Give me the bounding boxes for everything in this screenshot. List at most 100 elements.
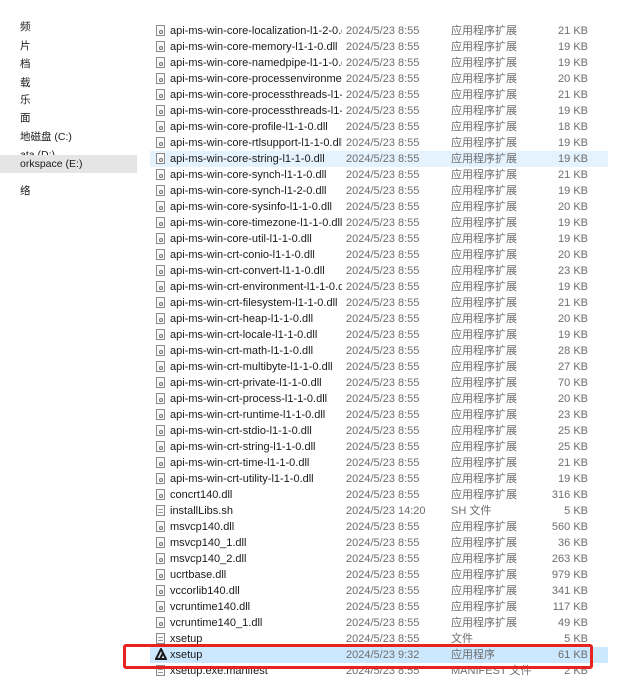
file-row[interactable]: api-ms-win-core-localization-l1-2-0.dll 2… bbox=[150, 23, 608, 39]
sidebar-item[interactable]: 地磁盘 (C:) bbox=[0, 128, 137, 146]
file-row[interactable]: api-ms-win-crt-heap-l1-1-0.dll 2024/5/23 … bbox=[150, 311, 608, 327]
file-date: 2024/5/23 8:55 bbox=[346, 521, 420, 533]
dll-icon bbox=[156, 249, 165, 260]
dll-icon bbox=[156, 553, 165, 564]
file-name: installLibs.sh bbox=[170, 505, 233, 517]
file-name: api-ms-win-crt-stdio-l1-1-0.dll bbox=[170, 425, 312, 437]
file-row[interactable]: api-ms-win-crt-string-l1-1-0.dll 2024/5/2… bbox=[150, 439, 608, 455]
file-row[interactable]: api-ms-win-crt-math-l1-1-0.dll 2024/5/23 … bbox=[150, 343, 608, 359]
file-row[interactable]: api-ms-win-crt-stdio-l1-1-0.dll 2024/5/23… bbox=[150, 423, 608, 439]
file-size: 19 KB bbox=[558, 153, 588, 165]
file-row[interactable]: api-ms-win-crt-private-l1-1-0.dll 2024/5/… bbox=[150, 375, 608, 391]
dll-icon bbox=[156, 121, 165, 132]
file-row[interactable]: api-ms-win-core-sysinfo-l1-1-0.dll 2024/5… bbox=[150, 199, 608, 215]
file-size: 19 KB bbox=[558, 329, 588, 341]
file-row[interactable]: api-ms-win-core-profile-l1-1-0.dll 2024/5… bbox=[150, 119, 608, 135]
file-date: 2024/5/23 8:55 bbox=[346, 297, 420, 309]
file-row[interactable]: msvcp140_1.dll 2024/5/23 8:55 应用程序扩展 36 KB bbox=[150, 535, 608, 551]
file-row[interactable]: api-ms-win-core-string-l1-1-0.dll 2024/5/… bbox=[150, 151, 608, 167]
file-row[interactable]: api-ms-win-crt-filesystem-l1-1-0.dll 2024… bbox=[150, 295, 608, 311]
file-row[interactable]: api-ms-win-crt-convert-l1-1-0.dll 2024/5/… bbox=[150, 263, 608, 279]
file-size: 20 KB bbox=[558, 393, 588, 405]
dll-icon bbox=[156, 313, 165, 324]
sidebar-item[interactable]: 载 bbox=[0, 74, 137, 92]
file-row[interactable]: installLibs.sh 2024/5/23 14:20 SH 文件 5 KB bbox=[150, 503, 608, 519]
sidebar-item[interactable]: 乐 bbox=[0, 91, 137, 109]
file-name: api-ms-win-crt-math-l1-1-0.dll bbox=[170, 345, 314, 357]
file-size: 5 KB bbox=[564, 633, 588, 645]
dll-icon bbox=[156, 521, 165, 532]
sidebar-item[interactable]: 片 bbox=[0, 37, 137, 55]
file-row[interactable]: api-ms-win-crt-time-l1-1-0.dll 2024/5/23 … bbox=[150, 455, 608, 471]
file-row[interactable]: msvcp140_2.dll 2024/5/23 8:55 应用程序扩展 263 KB bbox=[150, 551, 608, 567]
file-name: api-ms-win-crt-runtime-l1-1-0.dll bbox=[170, 409, 326, 421]
file-date: 2024/5/23 8:55 bbox=[346, 601, 420, 613]
file-name: api-ms-win-crt-environment-l1-1-0.dll bbox=[170, 281, 342, 293]
file-date: 2024/5/23 8:55 bbox=[346, 553, 420, 565]
file-row[interactable]: api-ms-win-core-timezone-l1-1-0.dll 2024/… bbox=[150, 215, 608, 231]
file-row[interactable]: xsetup.exe.manifest 2024/5/23 8:55 MANIFES… bbox=[150, 663, 608, 679]
file-row[interactable]: concrt140.dll 2024/5/23 8:55 应用程序扩展 316 KB bbox=[150, 487, 608, 503]
file-row[interactable]: api-ms-win-core-synch-l1-1-0.dll 2024/5/2… bbox=[150, 167, 608, 183]
file-date: 2024/5/23 14:20 bbox=[346, 505, 426, 517]
file-row[interactable]: api-ms-win-core-namedpipe-l1-1-0.dll 2024… bbox=[150, 55, 608, 71]
file-name: ucrtbase.dll bbox=[170, 569, 227, 581]
file-row[interactable]: msvcp140.dll 2024/5/23 8:55 应用程序扩展 560 KB bbox=[150, 519, 608, 535]
dll-icon bbox=[156, 585, 165, 596]
dll-icon bbox=[156, 233, 165, 244]
file-row[interactable]: vcruntime140.dll 2024/5/23 8:55 应用程序扩展 117 … bbox=[150, 599, 608, 615]
file-name: api-ms-win-crt-utility-l1-1-0.dll bbox=[170, 473, 314, 485]
file-row[interactable]: api-ms-win-crt-environment-l1-1-0.dll 202… bbox=[150, 279, 608, 295]
dll-icon bbox=[156, 329, 165, 340]
file-row[interactable]: xsetup 2024/5/23 8:55 文件 5 KB bbox=[150, 631, 608, 647]
file-size: 27 KB bbox=[558, 361, 588, 373]
dll-icon bbox=[156, 153, 165, 164]
sidebar-item[interactable]: 档 bbox=[0, 55, 137, 73]
file-date: 2024/5/23 8:55 bbox=[346, 169, 420, 181]
file-name: api-ms-win-core-memory-l1-1-0.dll bbox=[170, 41, 338, 53]
file-date: 2024/5/23 8:55 bbox=[346, 473, 420, 485]
file-row[interactable]: api-ms-win-core-processthreads-l1-... 202… bbox=[150, 87, 608, 103]
sidebar-item[interactable]: 络 bbox=[0, 182, 137, 200]
file-row[interactable]: api-ms-win-core-util-l1-1-0.dll 2024/5/23… bbox=[150, 231, 608, 247]
file-row[interactable]: xsetup 2024/5/23 9:32 应用程序 61 KB bbox=[150, 647, 608, 663]
dll-icon bbox=[156, 297, 165, 308]
sidebar-item[interactable]: orkspace (E:) bbox=[0, 155, 137, 173]
file-size: 20 KB bbox=[558, 201, 588, 213]
file-row[interactable]: api-ms-win-crt-locale-l1-1-0.dll 2024/5/2… bbox=[150, 327, 608, 343]
dll-icon bbox=[156, 393, 165, 404]
file-row[interactable]: api-ms-win-core-processthreads-l1-... 202… bbox=[150, 103, 608, 119]
dll-icon bbox=[156, 473, 165, 484]
file-icon bbox=[156, 633, 165, 644]
file-date: 2024/5/23 8:55 bbox=[346, 105, 420, 117]
file-date: 2024/5/23 8:55 bbox=[346, 281, 420, 293]
file-size: 49 KB bbox=[558, 617, 588, 629]
file-size: 341 KB bbox=[551, 585, 588, 597]
file-name: vccorlib140.dll bbox=[170, 585, 240, 597]
file-date: 2024/5/23 9:32 bbox=[346, 649, 420, 661]
file-row[interactable]: api-ms-win-core-synch-l1-2-0.dll 2024/5/2… bbox=[150, 183, 608, 199]
file-name: api-ms-win-crt-multibyte-l1-1-0.dll bbox=[170, 361, 333, 373]
file-name: api-ms-win-core-util-l1-1-0.dll bbox=[170, 233, 312, 245]
sidebar-item[interactable]: 面 bbox=[0, 109, 137, 127]
dll-icon bbox=[156, 281, 165, 292]
file-row[interactable]: api-ms-win-core-rtlsupport-l1-1-0.dll 202… bbox=[150, 135, 608, 151]
dll-icon bbox=[156, 601, 165, 612]
file-row[interactable]: api-ms-win-crt-utility-l1-1-0.dll 2024/5/… bbox=[150, 471, 608, 487]
file-row[interactable]: api-ms-win-core-processenvironmen... 2024… bbox=[150, 71, 608, 87]
file-row[interactable]: vccorlib140.dll 2024/5/23 8:55 应用程序扩展 341 K… bbox=[150, 583, 608, 599]
file-row[interactable]: api-ms-win-crt-conio-l1-1-0.dll 2024/5/23… bbox=[150, 247, 608, 263]
file-row[interactable]: vcruntime140_1.dll 2024/5/23 8:55 应用程序扩展 49… bbox=[150, 615, 608, 631]
file-name: api-ms-win-core-processthreads-l1-... bbox=[170, 105, 342, 117]
file-row[interactable]: api-ms-win-crt-runtime-l1-1-0.dll 2024/5/… bbox=[150, 407, 608, 423]
file-row[interactable]: ucrtbase.dll 2024/5/23 8:55 应用程序扩展 979 KB bbox=[150, 567, 608, 583]
file-row[interactable]: api-ms-win-crt-multibyte-l1-1-0.dll 2024/… bbox=[150, 359, 608, 375]
file-row[interactable]: api-ms-win-core-memory-l1-1-0.dll 2024/5/… bbox=[150, 39, 608, 55]
sidebar-item[interactable]: 频 bbox=[0, 18, 137, 36]
file-size: 28 KB bbox=[558, 345, 588, 357]
file-date: 2024/5/23 8:55 bbox=[346, 377, 420, 389]
file-row[interactable]: api-ms-win-crt-process-l1-1-0.dll 2024/5/… bbox=[150, 391, 608, 407]
file-name: xsetup bbox=[170, 633, 203, 645]
dll-icon bbox=[156, 25, 165, 36]
file-name: api-ms-win-crt-private-l1-1-0.dll bbox=[170, 377, 322, 389]
